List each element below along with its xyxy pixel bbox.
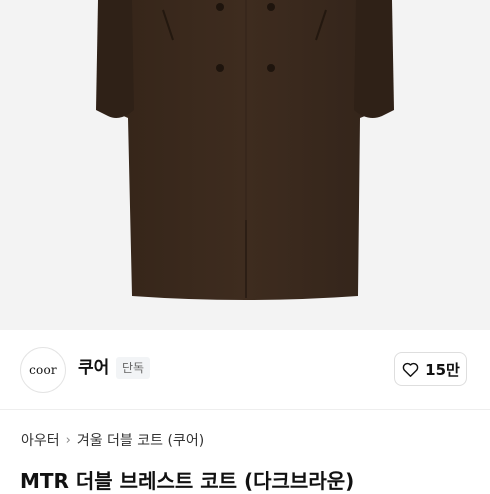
brand-row: coor 쿠어 단독 15만 [0, 330, 490, 410]
coat-image [96, 0, 394, 300]
product-image[interactable] [0, 0, 490, 330]
exclusive-badge: 단독 [116, 357, 151, 379]
breadcrumb: 아우터 › 겨울 더블 코트 (쿠어) [21, 431, 204, 451]
like-button[interactable]: 15만 [394, 352, 467, 386]
brand-logo-text: coor [29, 363, 57, 377]
breadcrumb-item-category[interactable]: 겨울 더블 코트 (쿠어) [77, 431, 204, 451]
like-count: 15만 [425, 360, 460, 379]
heart-outline-icon [402, 362, 419, 377]
brand-logo[interactable]: coor [20, 347, 66, 393]
brand-name[interactable]: 쿠어 [78, 357, 109, 379]
chevron-right-icon: › [65, 433, 71, 448]
product-title: MTR 더블 브레스트 코트 (다크브라운) [20, 469, 355, 493]
breadcrumb-item-outer[interactable]: 아우터 [21, 431, 60, 451]
